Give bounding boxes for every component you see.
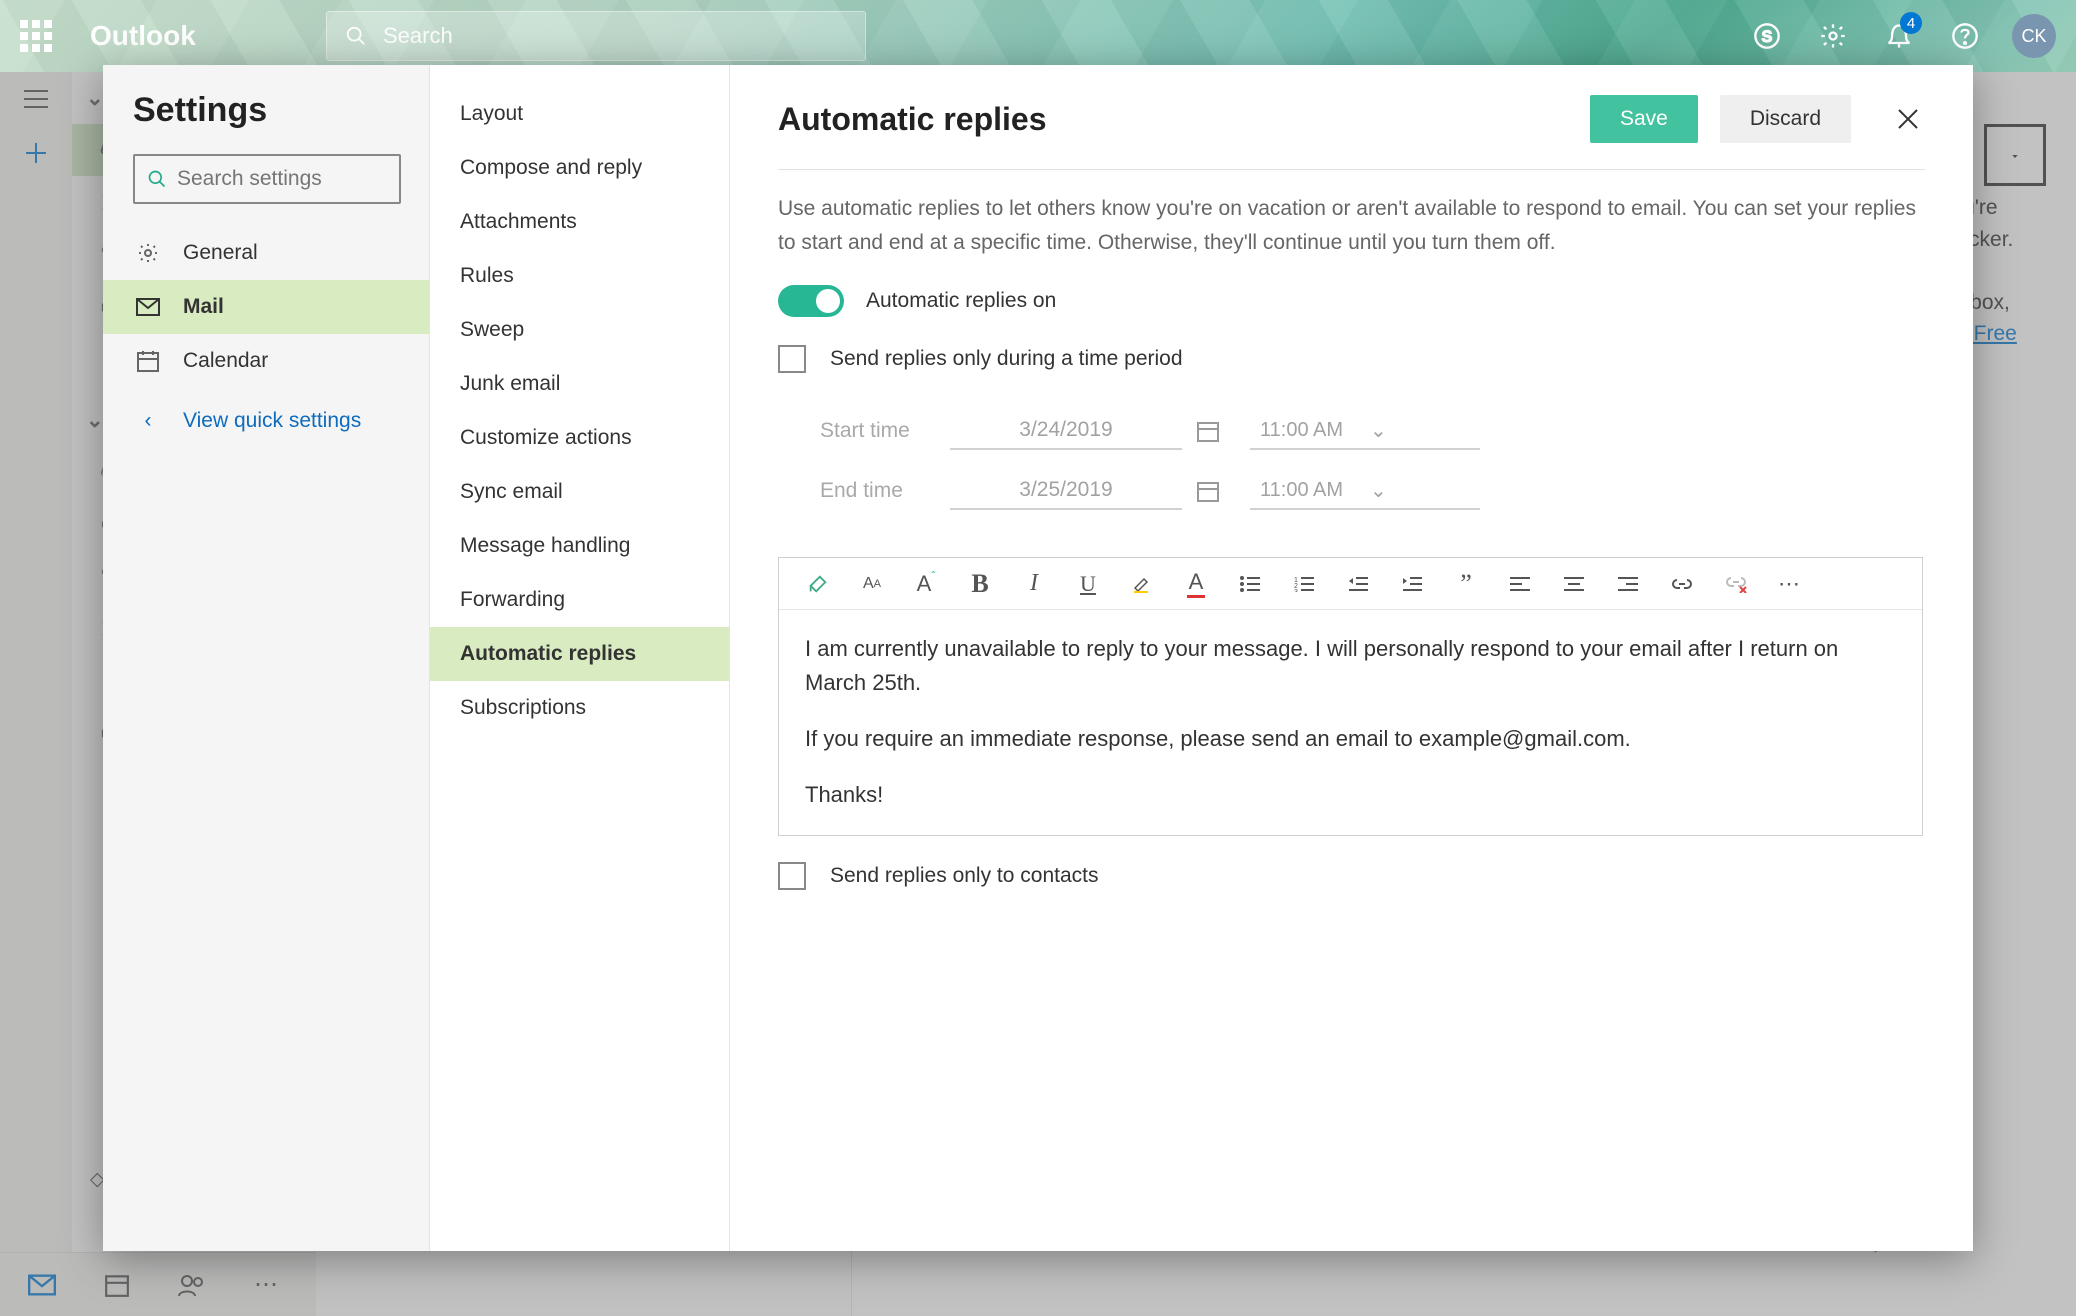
- reply-paragraph: I am currently unavailable to reply to y…: [805, 632, 1896, 700]
- calendar-icon: [133, 349, 163, 373]
- search-icon: [147, 169, 167, 189]
- save-button[interactable]: Save: [1590, 95, 1698, 143]
- settings-sections: Layout Compose and reply Attachments Rul…: [430, 65, 730, 1251]
- align-center-button[interactable]: [1561, 571, 1587, 597]
- waffle-icon: [20, 20, 52, 52]
- start-time-label: Start time: [820, 419, 950, 443]
- section-sweep[interactable]: Sweep: [430, 303, 729, 357]
- end-date-input[interactable]: [950, 472, 1182, 510]
- quote-button[interactable]: ”: [1453, 571, 1479, 597]
- search-input[interactable]: [383, 23, 847, 49]
- app-launcher-button[interactable]: [0, 0, 72, 72]
- category-general[interactable]: General: [103, 226, 429, 280]
- settings-dialog: Settings General Mail Calendar: [103, 65, 1973, 1251]
- contacts-only-label: Send replies only to contacts: [830, 864, 1099, 888]
- font-color-button[interactable]: A: [1183, 571, 1209, 597]
- section-layout[interactable]: Layout: [430, 87, 729, 141]
- section-rules[interactable]: Rules: [430, 249, 729, 303]
- app-name: Outlook: [90, 20, 310, 52]
- section-sync-email[interactable]: Sync email: [430, 465, 729, 519]
- reply-paragraph: If you require an immediate response, pl…: [805, 722, 1896, 756]
- reply-editor: AA Aˆ B I U A 123 ” ⋯ I am curren: [778, 557, 1923, 835]
- gear-icon: [133, 241, 163, 265]
- top-bar: Outlook S 4 CK: [0, 0, 2076, 72]
- outdent-button[interactable]: [1345, 571, 1371, 597]
- settings-search[interactable]: [133, 154, 401, 204]
- autoreply-toggle[interactable]: [778, 285, 844, 317]
- calendar-icon[interactable]: [1196, 419, 1220, 443]
- category-label: Calendar: [183, 349, 268, 373]
- section-customize-actions[interactable]: Customize actions: [430, 411, 729, 465]
- toggle-knob: [816, 289, 840, 313]
- panel-description: Use automatic replies to let others know…: [778, 192, 1925, 259]
- format-painter-icon[interactable]: [805, 571, 831, 597]
- settings-title: Settings: [133, 91, 411, 130]
- notifications-button[interactable]: 4: [1866, 0, 1932, 72]
- notification-badge: 4: [1900, 12, 1922, 34]
- account-avatar[interactable]: CK: [2012, 14, 2056, 58]
- close-button[interactable]: [1891, 102, 1925, 136]
- quick-settings-label: View quick settings: [183, 409, 361, 433]
- category-calendar[interactable]: Calendar: [103, 334, 429, 388]
- end-time-dropdown[interactable]: 11:00 AM ⌄: [1250, 472, 1480, 510]
- calendar-icon[interactable]: [1196, 479, 1220, 503]
- indent-button[interactable]: [1399, 571, 1425, 597]
- bulleted-list-button[interactable]: [1237, 571, 1263, 597]
- end-time-value: 11:00 AM: [1260, 479, 1360, 502]
- remove-link-button[interactable]: [1723, 571, 1749, 597]
- view-quick-settings-link[interactable]: ‹ View quick settings: [103, 394, 429, 448]
- italic-button[interactable]: I: [1021, 571, 1047, 597]
- font-size-icon[interactable]: Aˆ: [913, 571, 939, 597]
- section-message-handling[interactable]: Message handling: [430, 519, 729, 573]
- settings-detail: Automatic replies Save Discard Use autom…: [730, 65, 1973, 1251]
- svg-text:3: 3: [1294, 589, 1298, 592]
- start-time-value: 11:00 AM: [1260, 419, 1360, 442]
- section-compose-reply[interactable]: Compose and reply: [430, 141, 729, 195]
- settings-button[interactable]: [1800, 0, 1866, 72]
- start-date-input[interactable]: [950, 412, 1182, 450]
- time-period-label: Send replies only during a time period: [830, 347, 1183, 371]
- chevron-left-icon: ‹: [133, 409, 163, 433]
- time-period-checkbox[interactable]: [778, 345, 806, 373]
- chevron-down-icon: ⌄: [1370, 418, 1470, 443]
- search-box[interactable]: [326, 11, 866, 61]
- underline-button[interactable]: U: [1075, 571, 1101, 597]
- highlight-button[interactable]: [1129, 571, 1155, 597]
- close-icon: [1897, 108, 1919, 130]
- numbered-list-button[interactable]: 123: [1291, 571, 1317, 597]
- settings-search-input[interactable]: [177, 167, 448, 191]
- category-label: Mail: [183, 295, 224, 319]
- panel-heading: Automatic replies: [778, 101, 1047, 138]
- align-right-button[interactable]: [1615, 571, 1641, 597]
- section-attachments[interactable]: Attachments: [430, 195, 729, 249]
- align-left-button[interactable]: [1507, 571, 1533, 597]
- editor-toolbar: AA Aˆ B I U A 123 ” ⋯: [779, 558, 1922, 610]
- reply-paragraph: Thanks!: [805, 778, 1896, 812]
- autoreply-toggle-label: Automatic replies on: [866, 289, 1056, 313]
- section-junk-email[interactable]: Junk email: [430, 357, 729, 411]
- help-button[interactable]: [1932, 0, 1998, 72]
- end-time-label: End time: [820, 479, 950, 503]
- discard-button[interactable]: Discard: [1720, 95, 1851, 143]
- section-subscriptions[interactable]: Subscriptions: [430, 681, 729, 735]
- contacts-only-checkbox[interactable]: [778, 862, 806, 890]
- bold-button[interactable]: B: [967, 571, 993, 597]
- font-family-icon[interactable]: AA: [859, 571, 885, 597]
- category-mail[interactable]: Mail: [103, 280, 429, 334]
- more-formatting-button[interactable]: ⋯: [1777, 571, 1803, 597]
- skype-button[interactable]: S: [1734, 0, 1800, 72]
- category-label: General: [183, 241, 258, 265]
- svg-text:S: S: [1762, 28, 1773, 46]
- settings-categories: Settings General Mail Calendar: [103, 65, 430, 1251]
- chevron-down-icon: ⌄: [1370, 478, 1470, 503]
- section-automatic-replies[interactable]: Automatic replies: [430, 627, 729, 681]
- section-forwarding[interactable]: Forwarding: [430, 573, 729, 627]
- insert-link-button[interactable]: [1669, 571, 1695, 597]
- search-icon: [345, 25, 367, 47]
- reply-body[interactable]: I am currently unavailable to reply to y…: [779, 610, 1922, 834]
- mail-icon: [133, 297, 163, 317]
- start-time-dropdown[interactable]: 11:00 AM ⌄: [1250, 412, 1480, 450]
